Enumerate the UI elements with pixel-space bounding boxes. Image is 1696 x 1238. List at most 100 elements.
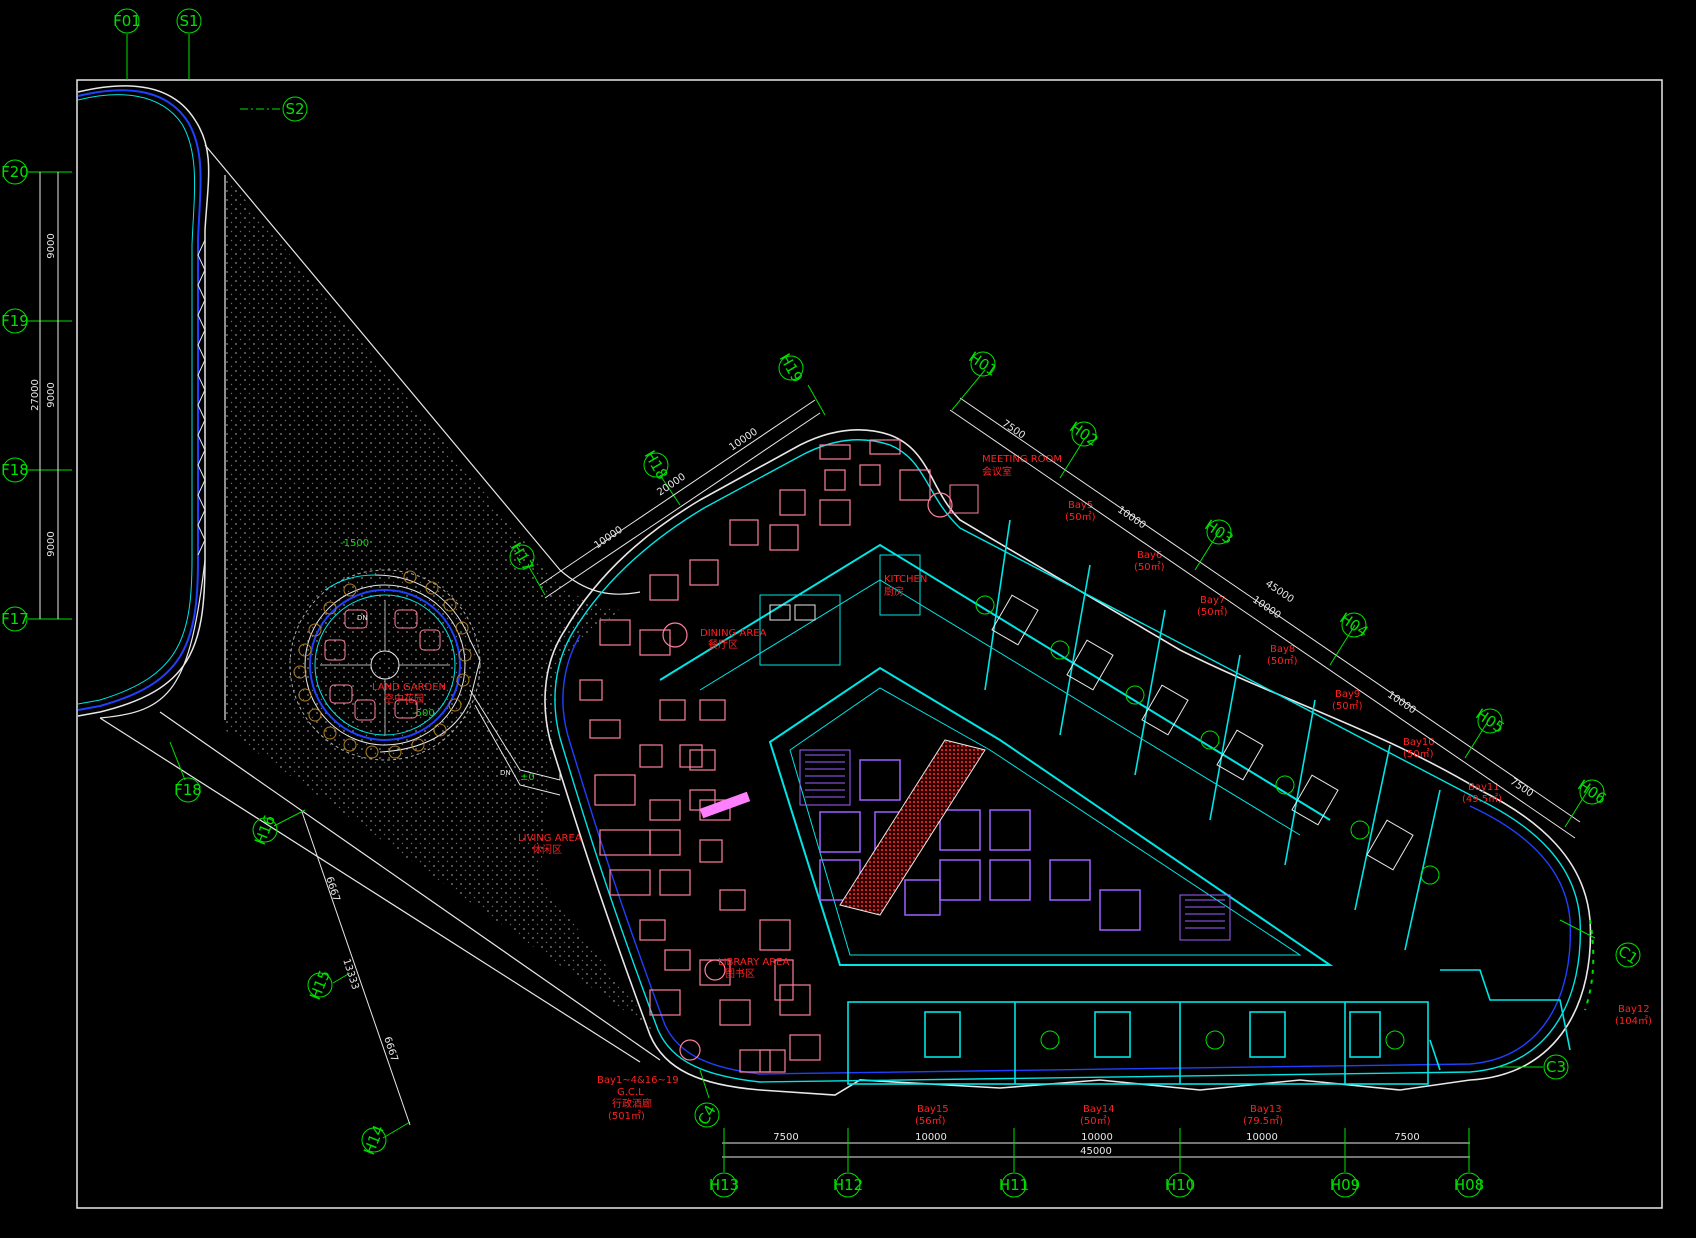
bay13-area: (79.5㎡) <box>1243 1115 1283 1127</box>
level-garden-top: -1500 <box>340 538 369 549</box>
grid-label-h09: H09 <box>1330 1176 1360 1194</box>
top-grid-axes <box>126 34 282 110</box>
grid-label-h12: H12 <box>833 1176 863 1194</box>
grid-label-h03: H03 <box>1201 516 1236 548</box>
room-label-garden-en: LAND GARDEN <box>372 682 446 693</box>
meeting-table <box>949 484 979 514</box>
grid-bubble-h18: H18 <box>641 447 672 482</box>
grid-label-f19: F19 <box>1 312 29 330</box>
gcl-line4: (501㎡) <box>608 1110 645 1122</box>
core-red-corridor <box>839 739 986 916</box>
bay14-label: Bay14 <box>1083 1104 1115 1115</box>
room-label-dining-cn: 餐厅区 <box>708 638 738 651</box>
floor-plan: F20 F19 F18 F17 27000 9000 9000 9000 F01… <box>1 8 1663 1209</box>
grid-bubble-h05: H05 <box>1472 705 1507 737</box>
grid-bubble-c1: C1 <box>1615 942 1642 968</box>
gcl-line3: 行政酒廊 <box>612 1097 652 1110</box>
grid-label-f17: F17 <box>1 610 29 628</box>
dim-bottom-e: 7500 <box>1394 1132 1419 1143</box>
bay12-walls <box>1429 969 1571 1071</box>
grid-bubble-h10: H10 <box>1165 1172 1195 1198</box>
bay8-label: Bay8 <box>1270 644 1295 655</box>
grid-label-s1: S1 <box>179 12 198 30</box>
bay12-label: Bay12 <box>1618 1004 1650 1015</box>
bay7-label: Bay7 <box>1200 595 1225 606</box>
grid-bubble-s1: S1 <box>176 8 202 34</box>
grid-label-h11: H11 <box>999 1176 1029 1194</box>
bay13-label: Bay13 <box>1250 1104 1282 1115</box>
kitchen-fixtures <box>759 554 921 666</box>
dim-ne-a: 7500 <box>1000 418 1027 441</box>
grid-bubble-h02: H02 <box>1066 418 1101 450</box>
grid-label-h08: H08 <box>1454 1176 1484 1194</box>
grid-bubble-h04: H04 <box>1336 609 1371 641</box>
bay11-area: (49.5㎡) <box>1462 793 1502 805</box>
bay14-area: (50㎡) <box>1080 1115 1111 1127</box>
level-dn-garden: DN <box>357 614 368 622</box>
room-label-living-en: LIVING AREA <box>518 833 582 844</box>
grid-label-f18b: F18 <box>174 781 202 799</box>
dim-ne-b: 10000 <box>1115 504 1148 531</box>
grid-label-c1: C1 <box>1615 942 1642 968</box>
grid-bubble-f01: F01 <box>113 8 141 34</box>
room-label-dining-en: DINING AREA <box>700 628 767 639</box>
bay12-area: (104㎡) <box>1615 1015 1652 1027</box>
room-label-kitchen-cn: 厨房 <box>884 585 904 598</box>
gcl-line2: G.C.L <box>617 1087 644 1098</box>
level-ramp: ±0 <box>520 772 535 783</box>
gcl-line1: Bay1~4&16~19 <box>597 1075 679 1086</box>
grid-label-h14: H14 <box>360 1123 388 1158</box>
dim-bottom-b: 10000 <box>915 1132 947 1143</box>
dim-bottom-c: 10000 <box>1081 1132 1113 1143</box>
grid-label-s2: S2 <box>285 100 304 118</box>
grid-label-h18: H18 <box>641 447 672 482</box>
room-label-kitchen-en: KITCHEN <box>884 574 927 585</box>
grid-bubble-f18b: F18 <box>174 777 202 803</box>
grid-bubble-h19: H19 <box>776 350 807 385</box>
dim-sw-a: 6667 <box>323 875 341 903</box>
grid-label-h04: H04 <box>1336 609 1371 641</box>
bay6-label: Bay6 <box>1137 550 1162 561</box>
grid-bubble-h15: H15 <box>306 968 334 1003</box>
dim-bottom-a: 7500 <box>773 1132 798 1143</box>
grid-bubble-h08: H08 <box>1454 1172 1484 1198</box>
dim-bottom-total: 45000 <box>1080 1146 1112 1157</box>
grid-bubble-c4: C4 <box>694 1102 720 1128</box>
level-dn-ramp: DN <box>500 769 511 777</box>
bay15-area: (56㎡) <box>915 1115 946 1127</box>
dim-bottom-d: 10000 <box>1246 1132 1278 1143</box>
grid-bubble-f19: F19 <box>1 308 29 334</box>
grid-label-f01: F01 <box>113 12 141 30</box>
grid-bubble-h09: H09 <box>1330 1172 1360 1198</box>
dim-ne-d: 10000 <box>1385 689 1418 716</box>
grid-label-h05: H05 <box>1472 705 1507 737</box>
level-garden-mid: -500 <box>412 708 435 719</box>
grid-label-c4: C4 <box>694 1102 720 1128</box>
grid-label-h01: H01 <box>965 348 1000 380</box>
room-label-library-cn: 图书区 <box>725 968 755 980</box>
grid-label-f18: F18 <box>1 461 29 479</box>
bay8-area: (50㎡) <box>1267 655 1298 667</box>
reception-desk <box>699 791 751 819</box>
grid-label-h15: H15 <box>306 968 334 1003</box>
left-curved-facade <box>77 85 210 717</box>
grid-bubble-c3: C3 <box>1543 1054 1569 1080</box>
grid-label-h02: H02 <box>1066 418 1101 450</box>
dining-furniture <box>579 439 953 1073</box>
room-label-meeting-cn: 会议室 <box>982 465 1012 478</box>
grid-label-h10: H10 <box>1165 1176 1195 1194</box>
dim-left-total: 27000 <box>30 379 41 411</box>
cad-drawing-viewport[interactable]: F20 F19 F18 F17 27000 9000 9000 9000 F01… <box>0 0 1696 1234</box>
grid-bubble-h14: H14 <box>360 1123 388 1158</box>
bay9-area: (50㎡) <box>1332 700 1363 712</box>
dim-left-c: 9000 <box>46 531 57 556</box>
grid-bubble-f20: F20 <box>1 159 29 185</box>
grid-label-f20: F20 <box>1 163 29 181</box>
room-label-library-en: LIBRARY AREA <box>718 957 789 968</box>
grid-label-h19: H19 <box>776 350 807 385</box>
bay5-area: (50㎡) <box>1065 511 1096 523</box>
grid-bubble-s2: S2 <box>282 96 308 122</box>
grid-bubble-h13: H13 <box>709 1172 739 1198</box>
bay9-label: Bay9 <box>1335 689 1360 700</box>
bay7-area: (50㎡) <box>1197 606 1228 618</box>
